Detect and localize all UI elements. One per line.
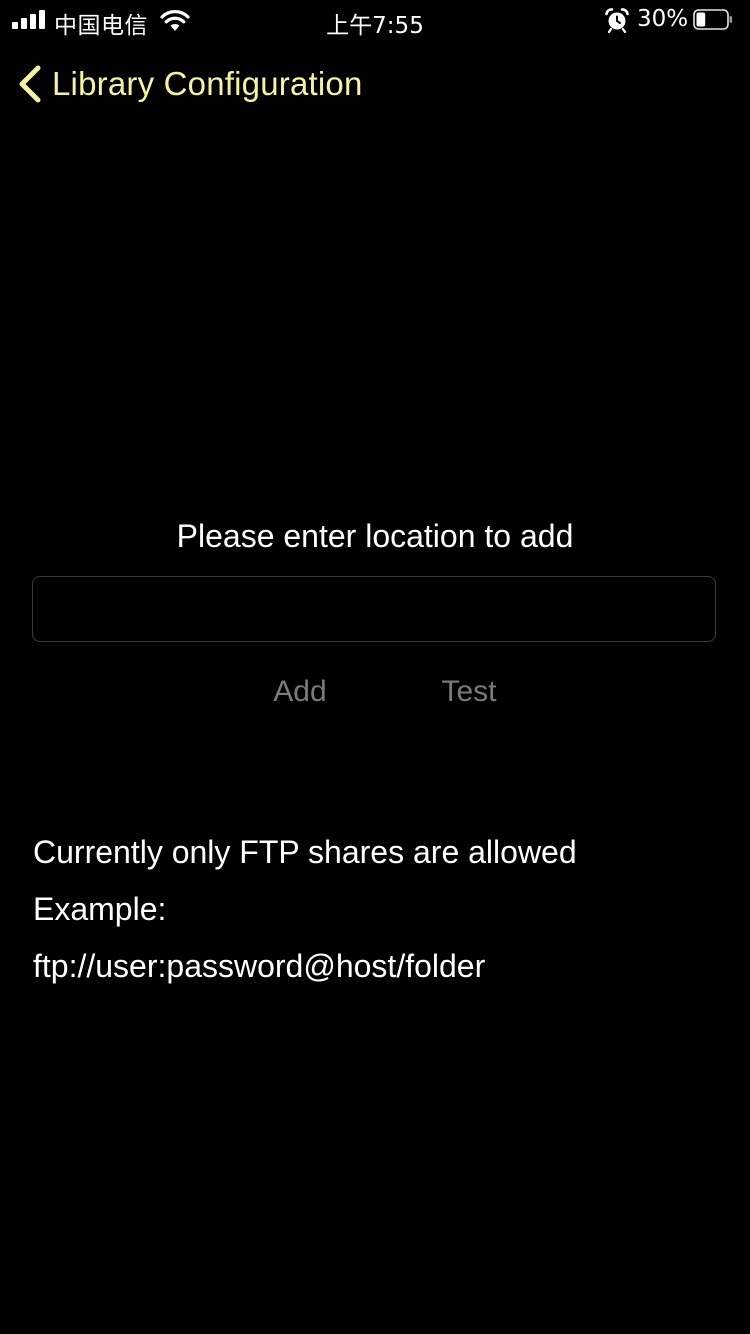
example-url: ftp://user:password@host/folder	[33, 948, 486, 984]
battery-level	[696, 12, 706, 27]
battery-percent: 30%	[637, 6, 689, 32]
battery-icon	[693, 9, 733, 30]
add-button[interactable]: Add	[250, 670, 350, 714]
back-button[interactable]: Library Configuration	[14, 58, 363, 110]
alarm-icon	[605, 8, 629, 33]
status-bar: 中国电信 上午7:55 30%	[0, 0, 750, 40]
location-prompt: Please enter location to add	[176, 518, 574, 554]
chevron-left-icon	[19, 65, 41, 103]
location-input[interactable]	[32, 576, 716, 642]
example-label: Example:	[33, 891, 167, 927]
back-button-label: Library Configuration	[52, 65, 363, 102]
test-button[interactable]: Test	[419, 670, 519, 714]
info-text: Currently only FTP shares are allowed	[33, 834, 577, 870]
